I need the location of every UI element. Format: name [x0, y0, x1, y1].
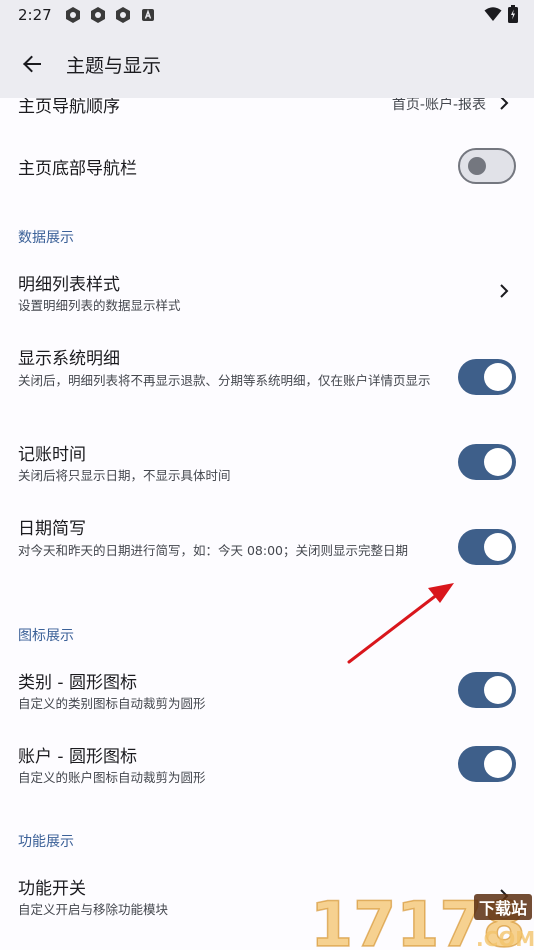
setting-home-nav-order[interactable]: 主页导航顺序 首页-账户-报表	[0, 98, 534, 128]
battery-icon	[508, 5, 518, 23]
status-time: 2:27	[18, 6, 52, 24]
switch-thumb	[484, 533, 512, 561]
switch-thumb	[484, 676, 512, 704]
setting-account-round-icon[interactable]: 账户 - 圆形图标 自定义的账户图标自动裁剪为圆形	[0, 734, 534, 804]
setting-category-round-icon[interactable]: 类别 - 圆形图标 自定义的类别图标自动裁剪为圆形	[0, 660, 534, 730]
setting-subtitle: 对今天和昨天的日期进行简写，如：今天 08:00；关闭则显示完整日期	[18, 543, 408, 558]
setting-title: 记账时间	[18, 445, 86, 465]
section-header-feature-display: 功能展示	[18, 834, 74, 850]
status-bar: 2:27	[0, 0, 534, 30]
switch-thumb	[484, 750, 512, 778]
setting-title: 主页底部导航栏	[18, 159, 137, 179]
section-header-icon-display: 图标展示	[18, 628, 74, 644]
wifi-icon	[484, 7, 502, 21]
chevron-right-icon	[500, 98, 509, 110]
a-badge-icon	[141, 9, 154, 21]
setting-subtitle: 设置明细列表的数据显示样式	[18, 298, 181, 313]
category-round-icon-switch[interactable]	[458, 672, 516, 708]
chevron-right-icon	[500, 284, 509, 298]
setting-title: 账户 - 圆形图标	[18, 747, 137, 767]
status-right	[478, 5, 518, 23]
page-title: 主题与显示	[66, 54, 162, 77]
home-bottom-nav-switch[interactable]	[458, 148, 516, 184]
app-bar: 主题与显示	[0, 30, 534, 98]
setting-title: 类别 - 圆形图标	[18, 673, 137, 693]
setting-subtitle: 自定义的类别图标自动裁剪为圆形	[18, 696, 206, 711]
date-short-switch[interactable]	[458, 529, 516, 565]
setting-subtitle: 关闭后将只显示日期，不显示具体时间	[18, 468, 231, 483]
record-time-switch[interactable]	[458, 444, 516, 480]
back-button[interactable]	[12, 44, 52, 84]
setting-title: 功能开关	[18, 879, 86, 899]
setting-title: 显示系统明细	[18, 349, 120, 369]
app-notification-icon	[65, 7, 80, 23]
watermark-badge: 下载站	[479, 899, 527, 918]
setting-title: 主页导航顺序	[18, 98, 120, 117]
app-notification-icon	[90, 7, 105, 23]
app-notification-icon	[115, 7, 130, 23]
setting-subtitle: 关闭后，明细列表将不再显示退款、分期等系统明细，仅在账户详情页显示	[18, 373, 431, 388]
account-round-icon-switch[interactable]	[458, 746, 516, 782]
setting-home-bottom-nav[interactable]: 主页底部导航栏	[0, 128, 534, 204]
switch-thumb	[484, 448, 512, 476]
setting-date-short[interactable]: 日期简写 对今天和昨天的日期进行简写，如：今天 08:00；关闭则显示完整日期	[0, 502, 534, 592]
setting-value: 首页-账户-报表	[391, 98, 486, 113]
setting-record-time[interactable]: 记账时间 关闭后将只显示日期，不显示具体时间	[0, 430, 534, 500]
show-system-detail-switch[interactable]	[458, 359, 516, 395]
switch-thumb	[484, 363, 512, 391]
arrow-back-icon	[23, 55, 41, 73]
setting-title: 明细列表样式	[18, 275, 120, 295]
watermark-domain: .COM	[476, 927, 534, 950]
settings-list[interactable]: 主页导航顺序 首页-账户-报表 主页底部导航栏 数据展示 明细列表样式 设置明细…	[0, 98, 534, 950]
watermark-logo: 17178 下载站 .COM	[310, 887, 534, 950]
setting-show-system-detail[interactable]: 显示系统明细 关闭后，明细列表将不再显示退款、分期等系统明细，仅在账户详情页显示	[0, 332, 534, 422]
section-header-data-display: 数据展示	[18, 230, 74, 246]
switch-thumb	[468, 157, 486, 175]
setting-detail-list-style[interactable]: 明细列表样式 设置明细列表的数据显示样式	[0, 258, 534, 328]
setting-title: 日期简写	[18, 519, 86, 539]
setting-subtitle: 自定义的账户图标自动裁剪为圆形	[18, 770, 206, 785]
